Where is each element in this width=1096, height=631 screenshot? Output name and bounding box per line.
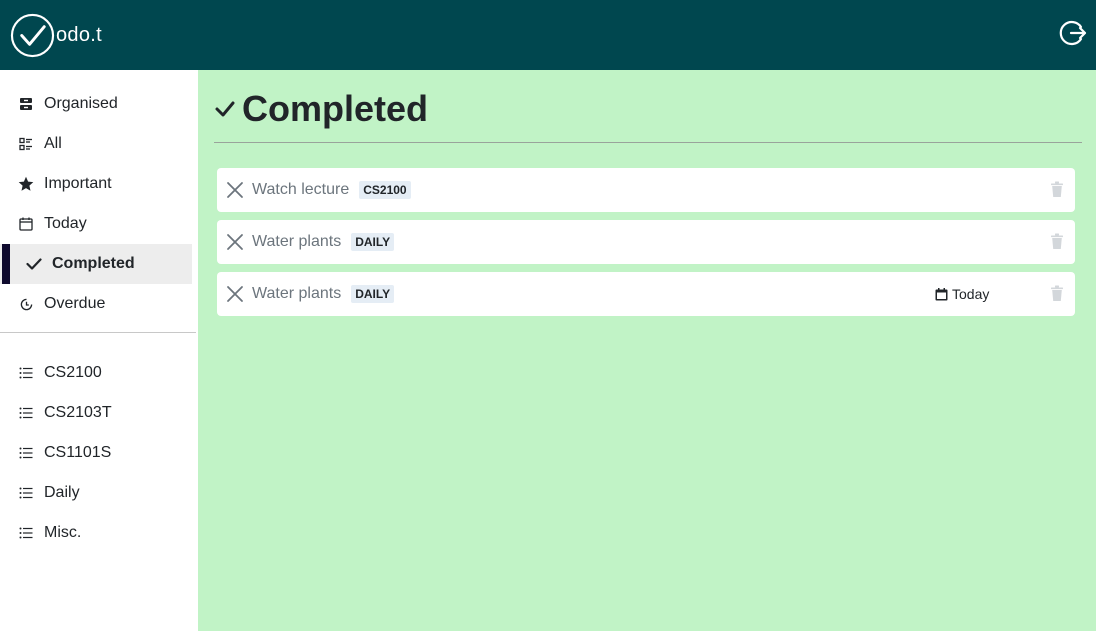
clock-icon [18, 296, 34, 312]
sidebar-item-label: Organised [44, 95, 118, 112]
sidebar-item-all[interactable]: All [0, 124, 192, 164]
sidebar: Organised All Important Today Completed … [0, 70, 198, 631]
task-row[interactable]: Water plants DAILY [217, 220, 1075, 264]
sidebar-project-label: Daily [44, 484, 80, 501]
archive-icon [18, 96, 34, 112]
task-name: Water plants [252, 233, 342, 250]
sidebar-item-label: Today [44, 215, 87, 232]
top-bar: odo.t [0, 0, 1096, 70]
page-header: Completed [214, 88, 428, 130]
sidebar-item-completed[interactable]: Completed [0, 244, 192, 284]
list-icon [18, 445, 34, 461]
list-icon [18, 525, 34, 541]
sidebar-project-label: CS2100 [44, 364, 102, 381]
sidebar-item-label: All [44, 135, 62, 152]
active-indicator [2, 244, 10, 284]
sidebar-item-today[interactable]: Today [0, 204, 192, 244]
check-icon [215, 101, 235, 117]
logout-icon[interactable] [1059, 19, 1087, 47]
trash-icon[interactable] [1050, 181, 1064, 198]
uncomplete-x-icon[interactable] [225, 232, 245, 252]
page-title: Completed [242, 88, 429, 129]
trash-icon[interactable] [1050, 233, 1064, 250]
calendar-icon [935, 287, 948, 300]
logo-check-circle-icon [10, 13, 55, 58]
task-row[interactable]: Water plants DAILY Today [217, 272, 1075, 316]
sidebar-item-label: Overdue [44, 295, 106, 312]
calendar-icon [18, 216, 34, 232]
list-details-icon [18, 136, 34, 152]
sidebar-project-label: CS1101S [44, 444, 112, 461]
sidebar-item-label: Important [44, 175, 112, 192]
task-name: Water plants [252, 285, 342, 302]
sidebar-project-label: Misc. [44, 524, 82, 541]
task-tag[interactable]: DAILY [351, 285, 395, 303]
sidebar-item-overdue[interactable]: Overdue [0, 284, 192, 324]
list-icon [18, 485, 34, 501]
sidebar-project-cs1101s[interactable]: CS1101S [0, 433, 192, 473]
sidebar-project-misc[interactable]: Misc. [0, 513, 192, 553]
sidebar-project-cs2100[interactable]: CS2100 [0, 353, 192, 393]
app-logo[interactable]: odo.t [10, 13, 102, 58]
task-tag[interactable]: CS2100 [359, 181, 411, 199]
sidebar-item-organised[interactable]: Organised [0, 84, 192, 124]
sidebar-project-label: CS2103T [44, 404, 112, 421]
star-icon [18, 176, 34, 192]
task-row[interactable]: Watch lecture CS2100 [217, 168, 1075, 212]
task-tag[interactable]: DAILY [351, 233, 395, 251]
sidebar-item-important[interactable]: Important [0, 164, 192, 204]
header-divider [214, 142, 1082, 143]
sidebar-project-cs2103t[interactable]: CS2103T [0, 393, 192, 433]
sidebar-project-daily[interactable]: Daily [0, 473, 192, 513]
sidebar-item-label: Completed [52, 255, 135, 272]
task-due-date[interactable]: Today [935, 286, 989, 302]
list-icon [18, 405, 34, 421]
task-name: Watch lecture [252, 181, 350, 198]
uncomplete-x-icon[interactable] [225, 284, 245, 304]
trash-icon[interactable] [1050, 285, 1064, 302]
check-icon [26, 256, 42, 272]
list-icon [18, 365, 34, 381]
uncomplete-x-icon[interactable] [225, 180, 245, 200]
logo-text: odo.t [56, 24, 102, 46]
main-content: Completed Watch lecture CS2100 Water pla… [198, 70, 1096, 631]
sidebar-divider [0, 332, 196, 333]
task-due-label: Today [952, 286, 990, 302]
